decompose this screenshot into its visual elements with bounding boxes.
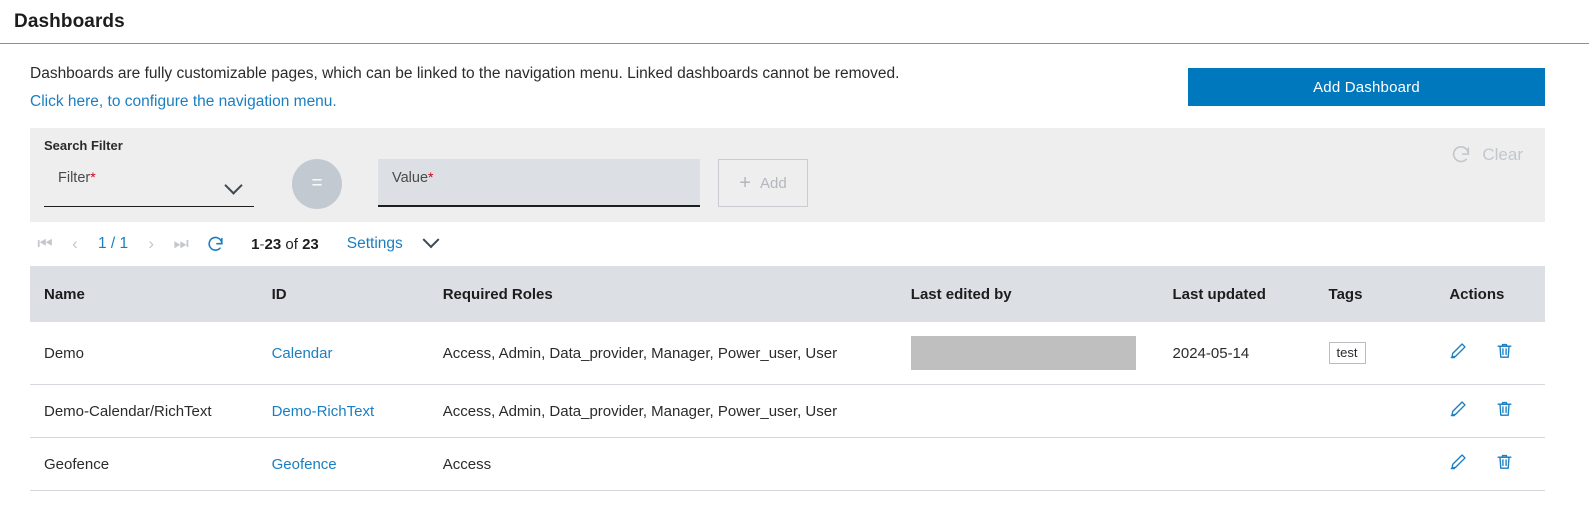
delete-button[interactable] [1495, 399, 1514, 423]
cell-tags [1329, 438, 1450, 491]
pagination-bar: ⏮ ‹ 1 / 1 › ⏭ 1-23 of 23 Settings [0, 222, 1589, 266]
filter-select[interactable]: Filter* [44, 159, 254, 207]
range-end: 23 [265, 236, 282, 253]
table-row[interactable]: Demo Calendar Access, Admin, Data_provid… [30, 322, 1545, 385]
next-page-icon[interactable]: › [136, 234, 166, 254]
column-header-actions: Actions [1449, 266, 1545, 322]
table-header-row: Name ID Required Roles Last edited by La… [30, 266, 1545, 322]
page-header: Dashboards [0, 0, 1589, 44]
tag-chip[interactable]: test [1329, 342, 1366, 364]
trash-icon [1495, 452, 1514, 471]
pencil-icon [1449, 341, 1468, 360]
last-page-icon[interactable]: ⏭ [166, 234, 196, 254]
add-dashboard-button[interactable]: Add Dashboard [1188, 68, 1545, 106]
cell-last-edited-by [911, 438, 1173, 491]
cell-required-roles: Access, Admin, Data_provider, Manager, P… [443, 322, 911, 385]
cell-required-roles: Access [443, 438, 911, 491]
cell-last-updated [1173, 438, 1329, 491]
search-filter-panel: Search Filter Filter* = Value* + Add Cle… [30, 128, 1545, 222]
total-count: 23 [302, 236, 319, 253]
value-label: Value* [392, 169, 433, 186]
pencil-icon [1449, 399, 1468, 418]
equals-icon: = [311, 174, 322, 193]
intro-section: Dashboards are fully customizable pages,… [0, 44, 1589, 124]
plus-icon: + [739, 173, 751, 193]
cell-last-edited-by [911, 322, 1173, 385]
intro-text: Dashboards are fully customizable pages,… [30, 60, 1168, 114]
chevron-down-icon[interactable] [422, 231, 439, 248]
dashboard-id-link[interactable]: Calendar [272, 345, 333, 362]
of-word: of [285, 236, 298, 253]
settings-link[interactable]: Settings [347, 235, 403, 253]
column-header-last-edited-by[interactable]: Last edited by [911, 266, 1173, 322]
chevron-down-icon [224, 176, 242, 194]
table-row[interactable]: Demo-Calendar/RichText Demo-RichText Acc… [30, 385, 1545, 438]
cell-id: Calendar [272, 322, 443, 385]
record-range: 1-23 of 23 [251, 236, 319, 253]
dashboard-id-link[interactable]: Geofence [272, 456, 337, 473]
cell-actions [1449, 438, 1545, 491]
cell-tags [1329, 385, 1450, 438]
delete-button[interactable] [1495, 452, 1514, 476]
table-row[interactable]: Geofence Geofence Access [30, 438, 1545, 491]
filter-required-marker: * [90, 169, 95, 185]
dashboard-id-link[interactable]: Demo-RichText [272, 403, 375, 420]
page-title: Dashboards [14, 11, 125, 33]
refresh-button[interactable] [206, 235, 225, 254]
filter-label-text: Filter [58, 170, 90, 186]
column-header-id[interactable]: ID [272, 266, 443, 322]
cell-id: Demo-RichText [272, 385, 443, 438]
search-filter-row: Filter* = Value* + Add [44, 159, 1545, 209]
refresh-icon [1450, 144, 1472, 166]
value-label-text: Value [392, 170, 428, 186]
cell-actions [1449, 385, 1545, 438]
clear-filter-label: Clear [1482, 145, 1523, 165]
redacted-value [911, 336, 1136, 370]
edit-button[interactable] [1449, 399, 1468, 423]
cell-name: Geofence [30, 438, 272, 491]
filter-label: Filter* [58, 169, 96, 186]
page-indicator[interactable]: 1 / 1 [98, 235, 128, 253]
cell-name: Demo [30, 322, 272, 385]
prev-page-icon[interactable]: ‹ [60, 234, 90, 254]
operator-equals-button[interactable]: = [292, 159, 342, 209]
value-required-marker: * [428, 169, 433, 185]
dashboards-table-wrapper: Name ID Required Roles Last edited by La… [30, 266, 1545, 491]
first-page-icon[interactable]: ⏮ [30, 234, 60, 254]
edit-button[interactable] [1449, 341, 1468, 365]
edit-button[interactable] [1449, 452, 1468, 476]
clear-filter-button[interactable]: Clear [1450, 144, 1523, 166]
value-input[interactable]: Value* [378, 159, 700, 207]
trash-icon [1495, 341, 1514, 360]
refresh-icon [206, 235, 225, 254]
configure-navigation-menu-link[interactable]: Click here, to configure the navigation … [30, 90, 337, 114]
search-filter-legend: Search Filter [44, 138, 1545, 153]
cell-name: Demo-Calendar/RichText [30, 385, 272, 438]
dashboards-table: Name ID Required Roles Last edited by La… [30, 266, 1545, 491]
column-header-tags[interactable]: Tags [1329, 266, 1450, 322]
delete-button[interactable] [1495, 341, 1514, 365]
cell-last-updated: 2024-05-14 [1173, 322, 1329, 385]
column-header-last-updated[interactable]: Last updated [1173, 266, 1329, 322]
cell-id: Geofence [272, 438, 443, 491]
pencil-icon [1449, 452, 1468, 471]
table-header: Name ID Required Roles Last edited by La… [30, 266, 1545, 322]
column-header-required-roles[interactable]: Required Roles [443, 266, 911, 322]
column-header-name[interactable]: Name [30, 266, 272, 322]
cell-last-edited-by [911, 385, 1173, 438]
cell-actions [1449, 322, 1545, 385]
add-filter-button[interactable]: + Add [718, 159, 808, 207]
cell-tags: test [1329, 322, 1450, 385]
range-start: 1 [251, 236, 259, 253]
table-body: Demo Calendar Access, Admin, Data_provid… [30, 322, 1545, 491]
intro-description: Dashboards are fully customizable pages,… [30, 62, 1168, 86]
add-filter-label: Add [760, 175, 787, 192]
cell-last-updated [1173, 385, 1329, 438]
cell-required-roles: Access, Admin, Data_provider, Manager, P… [443, 385, 911, 438]
trash-icon [1495, 399, 1514, 418]
